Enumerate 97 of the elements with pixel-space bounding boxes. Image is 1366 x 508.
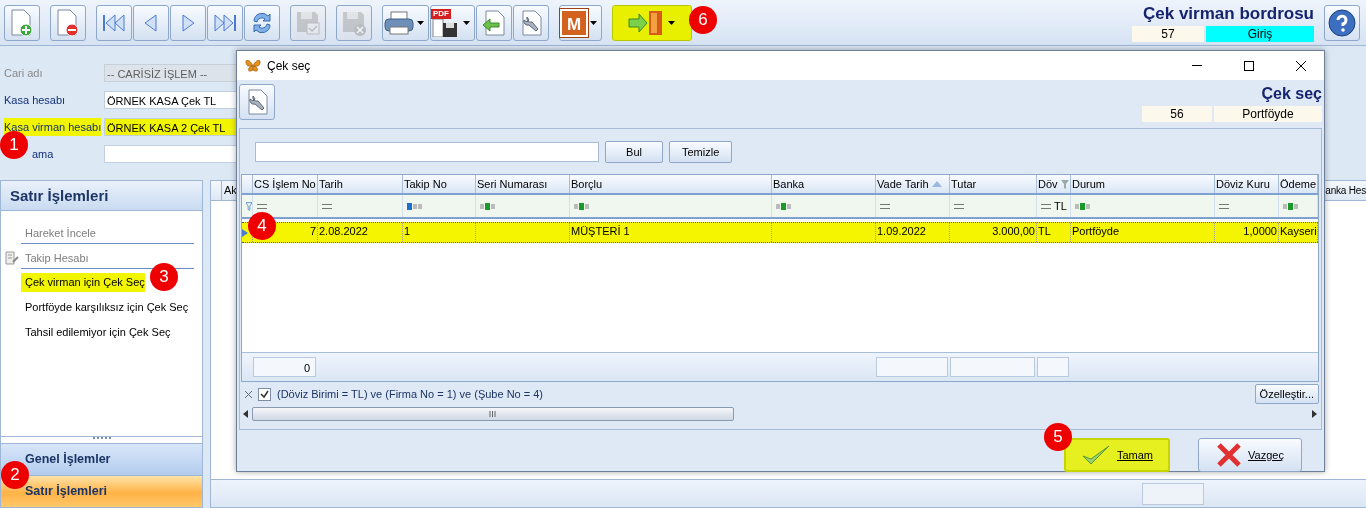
filter-value: TL (1054, 200, 1067, 212)
table-cell: Kayseri (1279, 223, 1318, 242)
cancel-button[interactable]: Vazgeç (1198, 438, 1302, 472)
close-icon (1296, 60, 1306, 71)
status-label: Portföyde (1214, 106, 1322, 122)
field-label: Kasa hesabı (4, 92, 66, 108)
toolbar-button[interactable] (133, 4, 169, 41)
record-number: 57 (1132, 25, 1204, 42)
column-header[interactable]: Ödeme (1279, 175, 1318, 193)
toolbar-button[interactable] (382, 4, 429, 41)
column-header[interactable]: Döv (1037, 175, 1071, 193)
summary-value: 0 (253, 357, 316, 377)
letter-m-icon: M (560, 8, 588, 37)
tools-button[interactable] (239, 84, 275, 120)
equals-icon (954, 203, 964, 209)
skip-first-icon (101, 12, 127, 33)
action-item[interactable]: Portföyde karşılıksız için Çek Seç (21, 298, 189, 317)
document-arrow-icon (480, 8, 508, 37)
ok-button[interactable]: Tamam (1064, 438, 1170, 472)
step-marker: 1 (0, 131, 28, 159)
filter-icon (246, 201, 252, 211)
column-header[interactable]: Tutar (950, 175, 1037, 193)
toolbar-button[interactable] (476, 4, 512, 41)
toolbar-button[interactable] (244, 4, 280, 41)
scroll-left-icon[interactable] (243, 410, 248, 418)
butterfly-icon (245, 58, 261, 73)
x-mark-icon (1216, 442, 1243, 468)
form-title: Çek virman bordrosu (1143, 3, 1314, 24)
filter-expression: (Döviz Birimi = TL) ve (Firma No = 1) ve (Şube No = 4) (277, 388, 544, 400)
grip-icon (92, 437, 111, 440)
filter-mode-icon (776, 202, 792, 210)
scroll-right-icon[interactable] (1312, 410, 1317, 418)
toolbar-button[interactable] (170, 4, 206, 41)
equals-icon (322, 203, 332, 209)
help-icon (1328, 8, 1356, 37)
table-cell: 2.08.2022 (318, 223, 403, 242)
column-header[interactable]: CS İşlem No (253, 175, 318, 193)
column-header[interactable]: Döviz Kuru (1215, 175, 1279, 193)
dialog-heading: Çek seç (1261, 84, 1322, 104)
equals-icon (1219, 203, 1229, 209)
action-item[interactable]: Çek virman için Çek Seç (21, 273, 145, 292)
toolbar-button[interactable] (96, 4, 132, 41)
equals-icon (880, 203, 890, 209)
filter-mode-icon (574, 202, 590, 210)
table-cell: Portföyde (1071, 223, 1215, 242)
status-label: Giriş (1206, 25, 1314, 42)
table-cell: 1.09.2022 (876, 223, 950, 242)
column-header[interactable]: Takip No (403, 175, 476, 193)
document-minus-icon (55, 8, 81, 37)
record-number: 56 (1142, 106, 1212, 122)
column-header[interactable]: Seri Numarası (476, 175, 570, 193)
equals-icon (257, 203, 267, 209)
table-cell: MÜŞTERİ 1 (570, 223, 772, 242)
equals-icon (1041, 203, 1051, 209)
maximize-icon (1244, 60, 1254, 71)
filter-mode-icon (480, 202, 496, 210)
panel-title: Satır İşlemleri (1, 181, 202, 211)
table-cell: 1 (403, 223, 476, 242)
table-cell: TL (1037, 223, 1071, 242)
search-button[interactable]: Bul (605, 141, 663, 163)
column-header[interactable]: Vade Tarih (876, 175, 950, 193)
table-cell: 1,0000 (1215, 223, 1279, 242)
help-button[interactable] (1324, 4, 1360, 41)
close-icon[interactable] (245, 390, 252, 398)
toolbar-button[interactable] (4, 4, 40, 41)
toolbar-button[interactable] (612, 4, 692, 41)
table-cell: 3.000,00 (950, 223, 1037, 242)
skip-last-icon (212, 12, 238, 33)
column-header[interactable]: Banka (772, 175, 876, 193)
row-pointer-icon (242, 228, 248, 237)
toolbar-button[interactable]: PDF (430, 4, 475, 41)
column-header[interactable]: Tarih (318, 175, 403, 193)
checkbox[interactable] (258, 387, 271, 401)
toolbar-button[interactable] (50, 4, 86, 41)
field-label: ama (32, 146, 54, 162)
toolbar-button[interactable] (513, 4, 549, 41)
summary-field (1142, 482, 1204, 505)
filter-mode-icon (1283, 202, 1299, 210)
filter-mode-icon (407, 202, 423, 210)
customize-button[interactable]: Özelleştir... (1254, 384, 1319, 404)
action-item[interactable]: Tahsil edilemiyor için Çek Seç (21, 323, 171, 342)
search-field[interactable] (255, 142, 599, 162)
field-label: Cari adı (4, 65, 43, 81)
printer-icon (383, 8, 415, 37)
document-plus-icon (9, 8, 35, 37)
toolbar-button[interactable] (207, 4, 243, 41)
field-label: Kasa virman hesabı (4, 117, 102, 136)
horizontal-scrollbar[interactable] (241, 406, 1319, 422)
checkmark-icon (1080, 444, 1111, 466)
column-header[interactable]: Borçlu (570, 175, 772, 193)
toolbar-button[interactable]: M (559, 4, 602, 41)
grip-icon (489, 411, 497, 417)
minimize-icon (1192, 65, 1202, 66)
filter-mode-icon (1075, 202, 1091, 210)
check-icon (260, 389, 269, 399)
column-header[interactable]: Durum (1071, 175, 1215, 193)
search-button[interactable]: Temizle (669, 141, 733, 163)
